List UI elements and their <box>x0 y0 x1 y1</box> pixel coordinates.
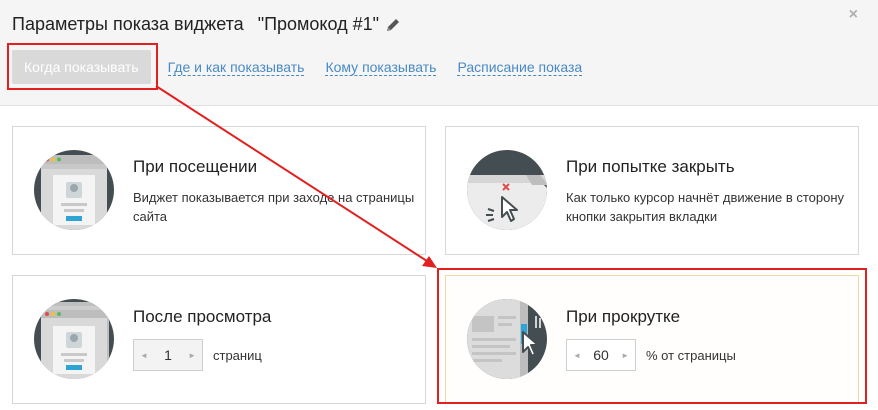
card-description: Виджет показывается при заходе на страни… <box>133 190 415 224</box>
stacked-pages-icon <box>34 299 114 379</box>
stepper-unit: страниц <box>213 348 262 363</box>
stepper-value[interactable]: 1 <box>164 347 172 363</box>
increment-icon[interactable]: ► <box>188 351 196 360</box>
decrement-icon[interactable]: ◄ <box>140 351 148 360</box>
annotation-highlight-scroll-card <box>437 268 867 404</box>
tab-schedule[interactable]: Расписание показа <box>457 59 583 76</box>
option-card-on-close-attempt[interactable]: При попытке закрыть Как только курсор на… <box>445 126 859 255</box>
annotation-highlight-active-tab <box>7 43 158 90</box>
card-title: При попытке закрыть <box>566 157 735 176</box>
close-icon[interactable]: × <box>849 6 858 24</box>
pencil-icon[interactable] <box>385 17 401 33</box>
card-description: Как только курсор начнёт движение в стор… <box>566 190 845 224</box>
option-card-on-visit[interactable]: При посещении Виджет показывается при за… <box>12 126 426 255</box>
card-title: При посещении <box>133 157 258 176</box>
close-tab-cursor-icon <box>467 150 547 230</box>
pageviews-stepper[interactable]: ◄ 1 ► <box>133 339 203 371</box>
dialog-title: Параметры показа виджета "Промокод #1" <box>12 14 401 35</box>
option-card-after-pageviews[interactable]: После просмотра ◄ 1 ► страниц <box>12 275 426 404</box>
widget-name: "Промокод #1" <box>257 14 380 34</box>
title-text: Параметры показа виджета <box>12 14 244 34</box>
tab-whom-show[interactable]: Кому показывать <box>325 59 437 76</box>
tab-where-how-show[interactable]: Где и как показывать <box>167 59 305 76</box>
card-title: После просмотра <box>133 307 272 326</box>
browser-window-icon <box>34 150 114 230</box>
